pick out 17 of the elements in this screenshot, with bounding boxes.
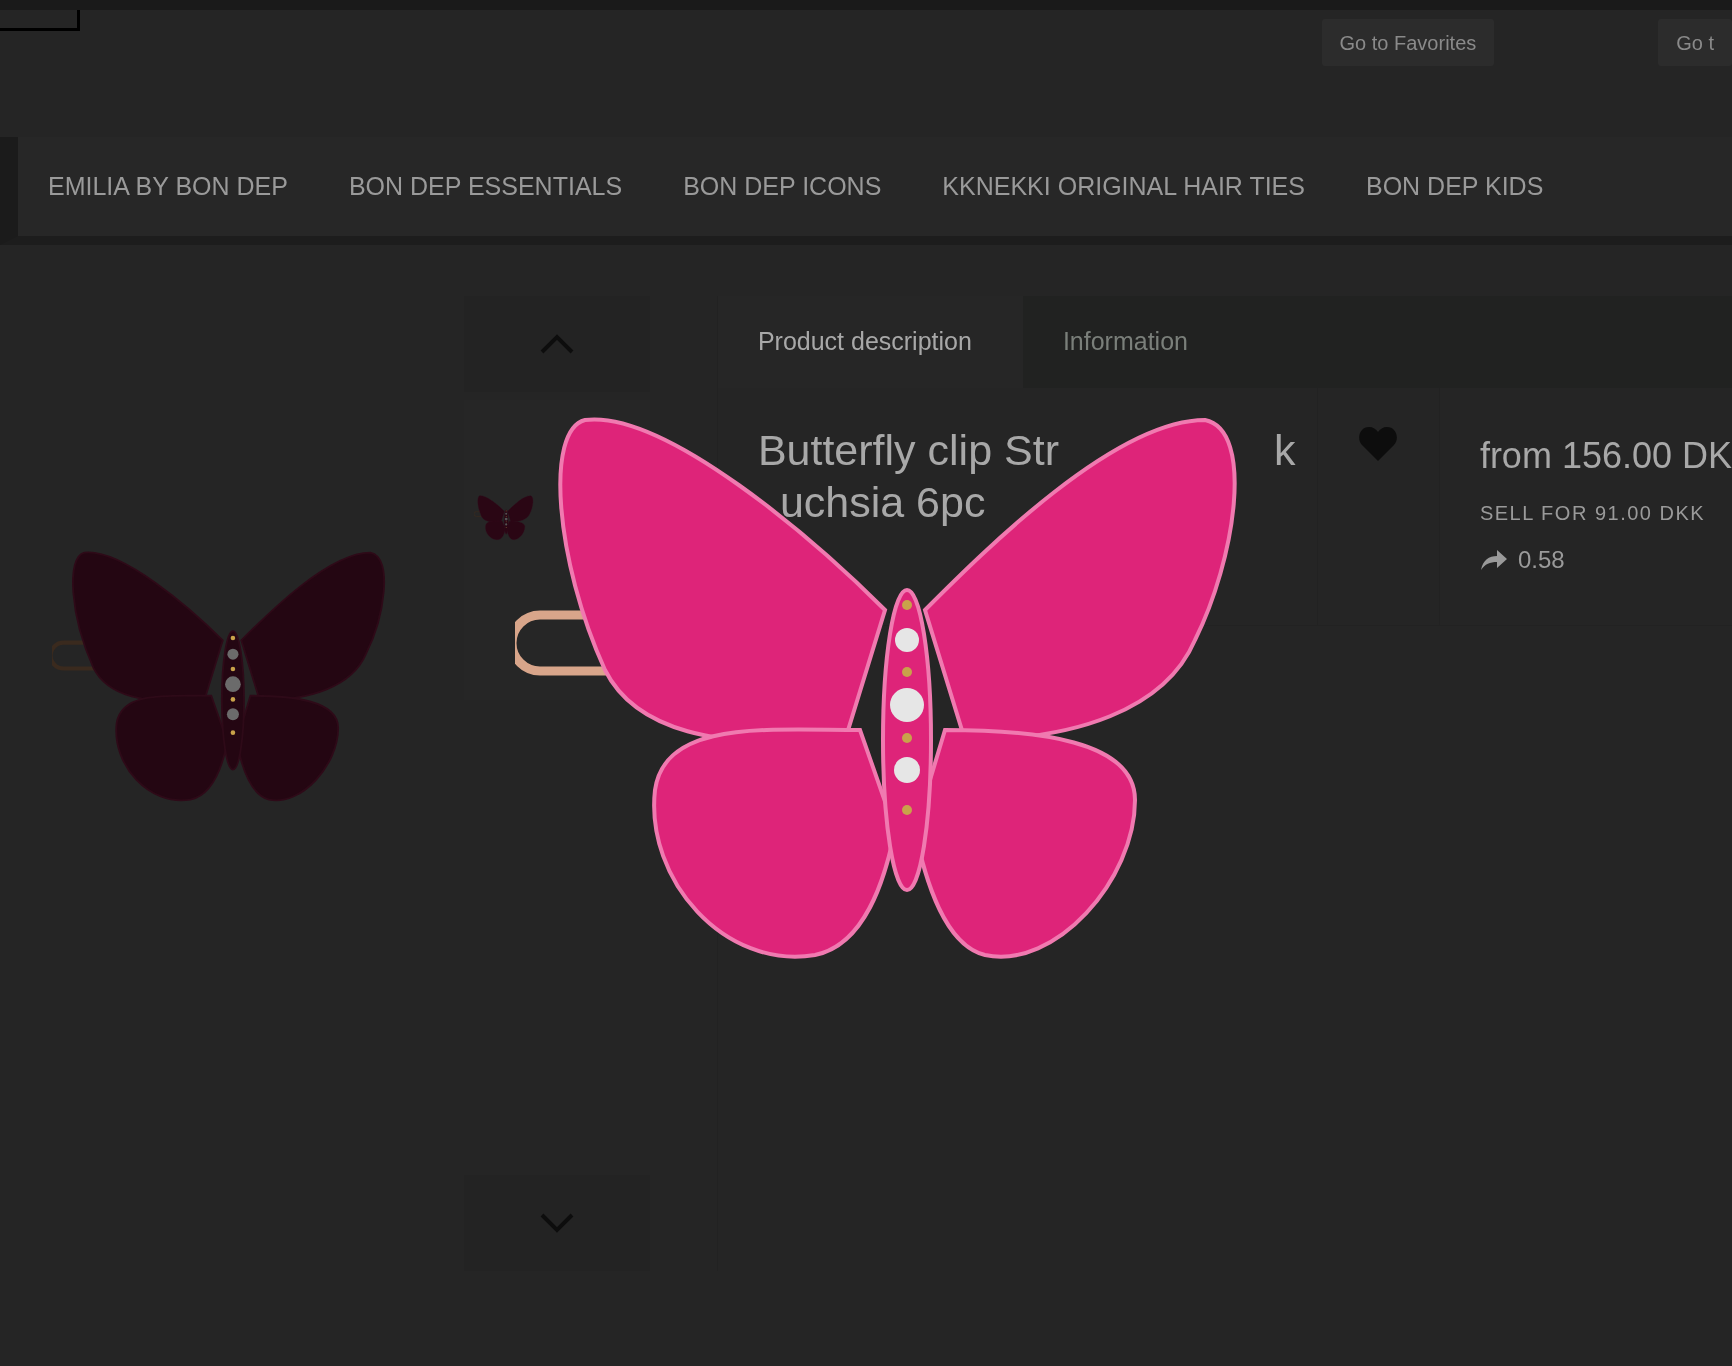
logo-frame[interactable]: [0, 10, 80, 31]
product-title: k: [1273, 426, 1296, 474]
price-text: from 156.00 DK: [1479, 438, 1732, 474]
go-to-favorites-button[interactable]: Go to Favorites: [1321, 19, 1495, 66]
factor-text: 0.58: [1517, 545, 1565, 575]
category-link[interactable]: BON DEP KIDS: [1365, 167, 1544, 206]
product-title: uchsia 6pc: [779, 478, 986, 526]
category-link[interactable]: KKNEKKI ORIGINAL HAIR TIES: [942, 167, 1305, 206]
product-title: Butterfly clip Str: [757, 426, 1059, 474]
share-arrow-icon: [1479, 549, 1508, 571]
category-link[interactable]: BON DEP ICONS: [683, 167, 882, 206]
category-link[interactable]: BON DEP ESSENTIALS: [348, 167, 623, 206]
tab[interactable]: Information: [1022, 296, 1732, 388]
category-link[interactable]: EMILIA BY BON DEP: [48, 167, 288, 206]
heart-icon[interactable]: [1358, 426, 1399, 462]
sell-price-text: SELL FOR 91.00 DKK: [1479, 501, 1707, 526]
header-button[interactable]: Go t: [1658, 19, 1732, 66]
